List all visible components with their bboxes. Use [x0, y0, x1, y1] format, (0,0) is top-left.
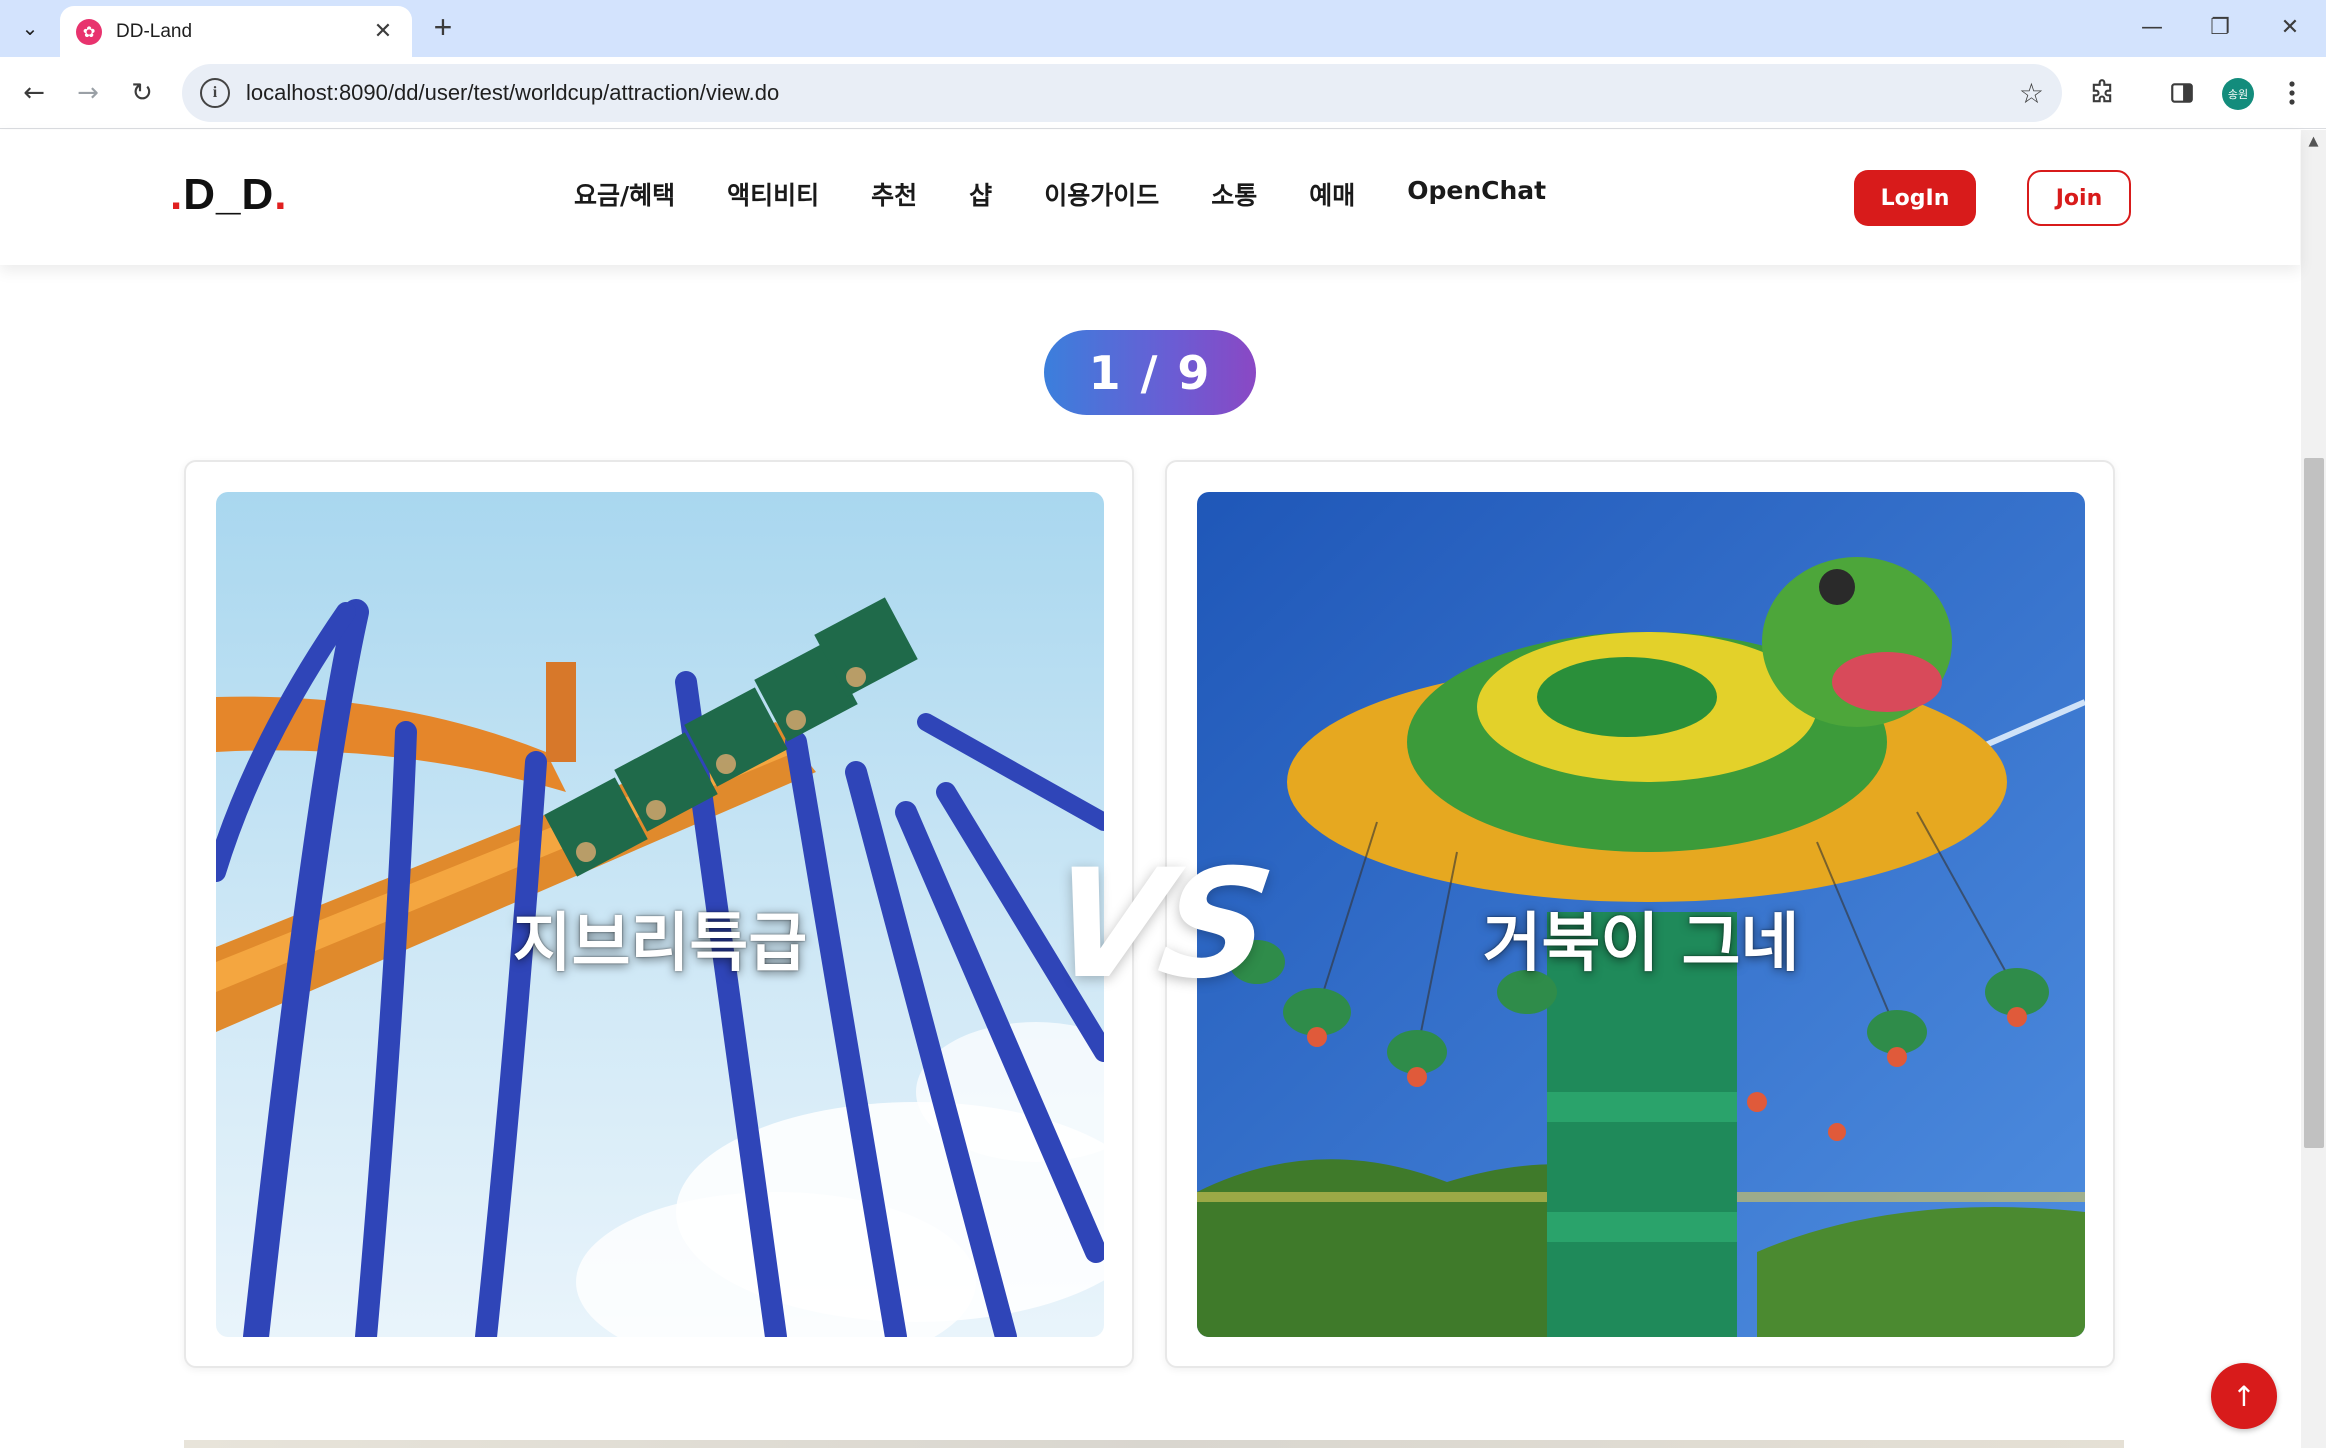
nav-item-activity[interactable]: 액티비티 — [727, 176, 819, 212]
candidate-card-right[interactable]: 거북이 그네 — [1165, 460, 2115, 1368]
login-button[interactable]: LogIn — [1854, 170, 1976, 226]
nav-item-shop[interactable]: 샵 — [969, 176, 992, 212]
profile-avatar[interactable]: 송원 — [2222, 78, 2254, 110]
nav-item-openchat[interactable]: OpenChat — [1407, 176, 1546, 212]
tab-close-icon[interactable]: ✕ — [368, 19, 398, 44]
round-progress-badge: 1 / 9 — [1044, 330, 1256, 415]
browser-tab-bar: ⌄ ✿ DD-Land ✕ + — ❐ ✕ — [0, 0, 2326, 57]
candidate-card-left[interactable]: 지브리특급 — [184, 460, 1134, 1368]
join-button[interactable]: Join — [2027, 170, 2131, 226]
candidate-image-rollercoaster[interactable]: 지브리특급 — [216, 492, 1104, 1337]
reload-icon[interactable]: ↻ — [120, 71, 164, 115]
scroll-to-top-button[interactable]: ↑ — [2211, 1363, 2277, 1429]
nav-item-community[interactable]: 소통 — [1211, 176, 1257, 212]
back-arrow-icon[interactable]: ← — [12, 71, 56, 115]
site-header: .D_D. 요금/혜택 액티비티 추천 샵 이용가이드 소통 예매 OpenCh… — [0, 130, 2300, 265]
candidate-image-turtle-swing[interactable]: 거북이 그네 — [1197, 492, 2085, 1337]
nav-item-booking[interactable]: 예매 — [1309, 176, 1355, 212]
forward-arrow-icon[interactable]: → — [66, 71, 110, 115]
main-navigation: 요금/혜택 액티비티 추천 샵 이용가이드 소통 예매 OpenChat — [574, 176, 1546, 212]
nav-item-guide[interactable]: 이용가이드 — [1044, 176, 1159, 212]
nav-item-recommend[interactable]: 추천 — [871, 176, 917, 212]
restore-window-icon[interactable]: ❐ — [2190, 8, 2250, 48]
candidate-name-right: 거북이 그네 — [1482, 907, 1800, 981]
site-logo[interactable]: .D_D. — [170, 170, 288, 220]
browser-menu-icon[interactable] — [2272, 75, 2312, 111]
nav-item-fees-benefits[interactable]: 요금/혜택 — [574, 176, 675, 212]
new-tab-button[interactable]: + — [425, 10, 461, 46]
logo-text: D_D — [183, 170, 275, 219]
vs-label: VS — [1039, 838, 1277, 1012]
url-text[interactable]: localhost:8090/dd/user/test/worldcup/att… — [246, 80, 2019, 106]
site-info-icon[interactable]: i — [200, 78, 230, 108]
address-bar[interactable]: i localhost:8090/dd/user/test/worldcup/a… — [182, 64, 2062, 122]
tab-title: DD-Land — [116, 20, 193, 42]
close-window-icon[interactable]: ✕ — [2260, 8, 2320, 48]
scroll-up-arrow-icon[interactable]: ▲ — [2301, 130, 2326, 154]
side-panel-icon[interactable] — [2162, 75, 2202, 111]
candidate-name-left: 지브리특급 — [512, 907, 808, 981]
browser-tab-active[interactable]: ✿ DD-Land ✕ — [60, 6, 412, 57]
scrollbar-thumb[interactable] — [2304, 458, 2324, 1148]
browser-toolbar: ← → ↻ i localhost:8090/dd/user/test/worl… — [0, 57, 2326, 129]
minimize-window-icon[interactable]: — — [2122, 8, 2182, 48]
next-section-peek — [184, 1440, 2124, 1448]
bookmark-star-icon[interactable]: ☆ — [2019, 77, 2044, 110]
extensions-puzzle-icon[interactable] — [2082, 75, 2122, 111]
site-favicon-icon: ✿ — [76, 18, 102, 45]
arrow-up-icon: ↑ — [2232, 1379, 2256, 1413]
tab-search-chevron-icon[interactable]: ⌄ — [10, 10, 50, 46]
